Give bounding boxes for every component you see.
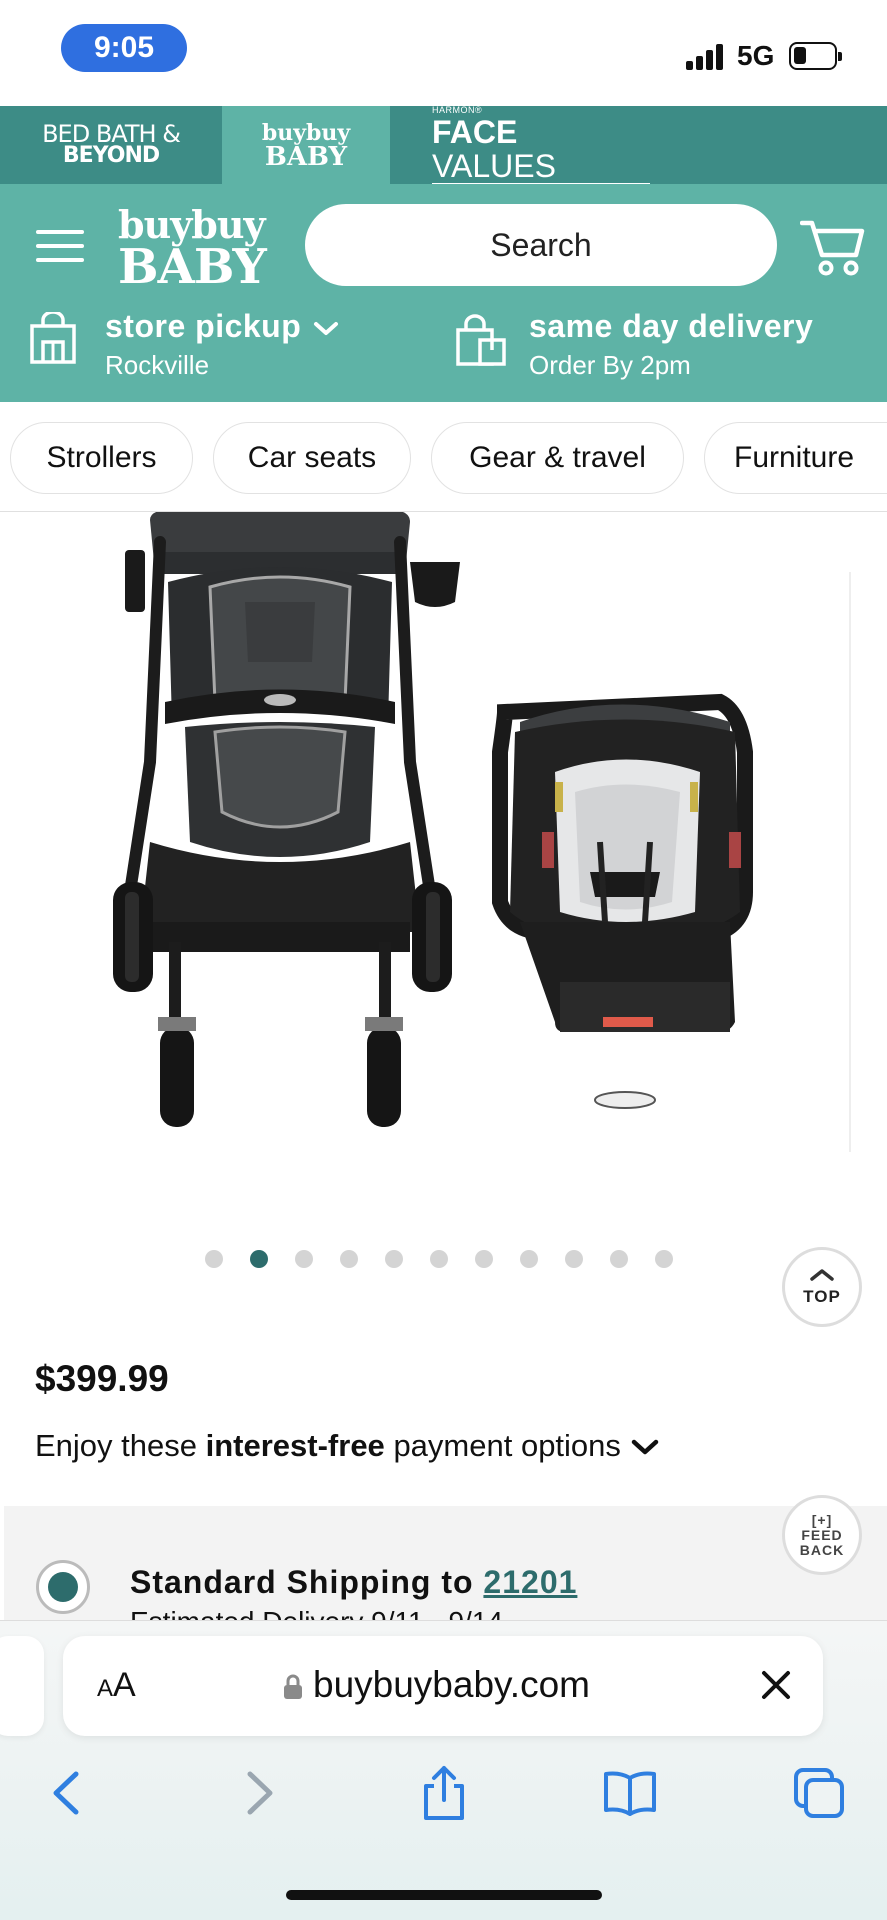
category-chip-furniture[interactable]: Furniture bbox=[704, 422, 887, 494]
feedback-label: [+] bbox=[811, 1511, 833, 1528]
delivery-title: same day delivery bbox=[529, 308, 814, 344]
carousel-dot[interactable] bbox=[205, 1250, 223, 1268]
aa-small: A bbox=[97, 1675, 114, 1702]
payment-text: payment options bbox=[393, 1428, 621, 1463]
search-input[interactable] bbox=[305, 204, 777, 286]
status-bar: 9:05 5G bbox=[0, 0, 887, 106]
menu-icon[interactable] bbox=[36, 226, 84, 266]
brand-label: FACE bbox=[432, 114, 518, 150]
chevron-down-icon bbox=[630, 1428, 660, 1463]
reader-settings-button[interactable]: AA bbox=[97, 1666, 136, 1705]
payment-text-bold: interest-free bbox=[205, 1428, 385, 1463]
site-logo[interactable]: buybuy BABY bbox=[118, 204, 267, 295]
pickup-title-text: store pickup bbox=[105, 308, 302, 344]
brand-label: BEYOND bbox=[62, 143, 160, 168]
category-chip-strollers[interactable]: Strollers bbox=[10, 422, 193, 494]
forward-icon[interactable] bbox=[228, 1764, 288, 1822]
product-image[interactable] bbox=[0, 510, 887, 1212]
carousel-dot[interactable] bbox=[475, 1250, 493, 1268]
brand-tab-bed-bath-beyond[interactable]: BED BATH & BEYOND bbox=[0, 106, 222, 184]
car-seat-illustration bbox=[492, 693, 753, 1109]
carousel-dot[interactable] bbox=[610, 1250, 628, 1268]
address-bar[interactable]: AA buybuybaby.com bbox=[63, 1636, 823, 1736]
brand-label: VALUES bbox=[432, 148, 556, 184]
carousel-dots bbox=[205, 1250, 673, 1268]
bookmarks-icon[interactable] bbox=[600, 1764, 660, 1822]
shipping-option-title: Standard Shipping to 21201 bbox=[130, 1564, 577, 1601]
brand-tabs: BED BATH & BEYOND buybuy BABY HARMON® FA… bbox=[0, 105, 887, 185]
back-to-top-label: TOP bbox=[803, 1287, 841, 1306]
carousel-dot[interactable] bbox=[295, 1250, 313, 1268]
carousel-dot-active[interactable] bbox=[250, 1250, 268, 1268]
category-chips: Strollers Car seats Gear & travel Furnit… bbox=[0, 402, 887, 512]
carousel-dot[interactable] bbox=[340, 1250, 358, 1268]
previous-tab-preview[interactable] bbox=[0, 1636, 44, 1736]
store-pickup-selector[interactable]: store pickup Rockville bbox=[28, 308, 448, 388]
payment-text: Enjoy these bbox=[35, 1428, 197, 1463]
cellular-signal-icon bbox=[686, 44, 726, 70]
store-icon bbox=[28, 310, 78, 364]
site-header: buybuy BABY store pickup Rockville bbox=[0, 184, 887, 402]
logo-text: BABY bbox=[118, 239, 267, 295]
pickup-title: store pickup bbox=[105, 308, 339, 345]
close-icon[interactable] bbox=[753, 1662, 799, 1708]
back-icon[interactable] bbox=[38, 1764, 98, 1822]
url-text: buybuybaby.com bbox=[313, 1664, 590, 1705]
carousel-dot[interactable] bbox=[655, 1250, 673, 1268]
carousel-dot[interactable] bbox=[385, 1250, 403, 1268]
network-type: 5G bbox=[737, 40, 775, 71]
carousel-dot[interactable] bbox=[565, 1250, 583, 1268]
feedback-label: BACK bbox=[799, 1541, 845, 1558]
shipping-title-text: Standard Shipping to bbox=[130, 1564, 474, 1600]
cart-icon[interactable] bbox=[799, 217, 866, 277]
status-time: 9:05 bbox=[61, 24, 187, 72]
product-price: $399.99 bbox=[35, 1358, 169, 1399]
tabs-icon[interactable] bbox=[790, 1764, 850, 1822]
category-chip-gear-travel[interactable]: Gear & travel bbox=[431, 422, 684, 494]
aa-large: A bbox=[113, 1666, 136, 1704]
brand-label: FACE VALUES bbox=[432, 115, 650, 185]
feedback-button[interactable]: [+] FEED BACK bbox=[782, 1495, 862, 1575]
stroller-illustration bbox=[113, 510, 460, 1127]
carousel-dot[interactable] bbox=[520, 1250, 538, 1268]
lock-icon bbox=[283, 1674, 303, 1700]
share-icon[interactable] bbox=[414, 1764, 474, 1822]
home-indicator bbox=[286, 1890, 602, 1900]
same-day-delivery[interactable]: same day delivery Order By 2pm bbox=[452, 308, 887, 388]
shipping-zip-link[interactable]: 21201 bbox=[483, 1564, 577, 1600]
brand-tab-buybuy-baby[interactable]: buybuy BABY bbox=[222, 106, 390, 184]
brand-label: BABY bbox=[264, 142, 348, 172]
battery-icon bbox=[789, 42, 842, 70]
back-to-top-button[interactable]: TOP bbox=[782, 1247, 862, 1327]
brand-tab-harmon-face-values[interactable]: HARMON® FACE VALUES bbox=[390, 105, 650, 185]
shipping-radio-selected[interactable] bbox=[36, 1560, 90, 1614]
delivery-subtitle: Order By 2pm bbox=[529, 350, 691, 380]
payment-options-toggle[interactable]: Enjoy these interest-free payment option… bbox=[35, 1428, 660, 1464]
pickup-store-name: Rockville bbox=[105, 350, 210, 380]
carousel-dot[interactable] bbox=[430, 1250, 448, 1268]
brand-label: BED BATH & bbox=[42, 120, 181, 148]
shopping-bag-icon bbox=[452, 312, 506, 366]
feedback-label: FEED bbox=[801, 1526, 843, 1543]
chevron-up-icon bbox=[809, 1267, 835, 1287]
chevron-down-icon bbox=[313, 308, 339, 345]
category-chip-car-seats[interactable]: Car seats bbox=[213, 422, 411, 494]
